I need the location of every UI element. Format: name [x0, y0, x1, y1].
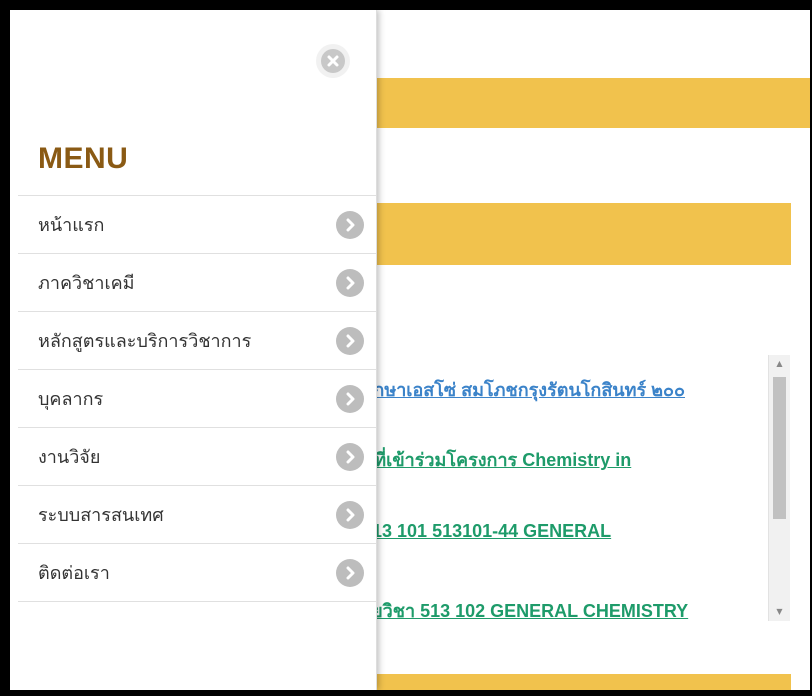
menu-item-contact[interactable]: ติดต่อเรา — [18, 544, 376, 602]
menu-item-label: ติดต่อเรา — [38, 563, 110, 584]
news-link[interactable]: นที่เข้าร่วมโครงการ Chemistry in — [370, 445, 631, 474]
close-icon[interactable] — [316, 44, 350, 78]
news-link[interactable]: 513 101 513101-44 GENERAL — [370, 521, 611, 542]
section-banner — [370, 203, 791, 265]
chevron-right-icon — [336, 500, 364, 529]
menu-title: MENU — [38, 142, 129, 175]
side-menu: MENU หน้าแรก ภาควิชาเคมี หลักสูตรและบริก… — [10, 10, 377, 690]
chevron-right-icon — [336, 210, 364, 239]
menu-item-label: หน้าแรก — [38, 215, 105, 236]
news-link[interactable]: ายวิชา 513 102 GENERAL CHEMISTRY — [370, 596, 688, 621]
scroll-thumb[interactable] — [773, 377, 786, 519]
menu-item-label: งานวิจัย — [38, 447, 101, 468]
menu-item-label: ระบบสารสนเทศ — [38, 505, 164, 526]
news-link[interactable]: ศึกษาเอสโซ่ สมโภชกรุงรัตนโกสินทร์ ๒๐๐ — [370, 375, 685, 404]
chevron-right-icon — [336, 442, 364, 471]
news-scrollbar[interactable]: ▲ ▼ — [768, 355, 790, 621]
scroll-up-icon[interactable]: ▲ — [769, 355, 790, 373]
menu-list: หน้าแรก ภาควิชาเคมี หลักสูตรและบริการวิช… — [18, 195, 376, 602]
menu-item-curriculum[interactable]: หลักสูตรและบริการวิชาการ — [18, 312, 376, 370]
chevron-right-icon — [336, 326, 364, 355]
chevron-right-icon — [336, 558, 364, 587]
menu-item-chemistry-dept[interactable]: ภาควิชาเคมี — [18, 254, 376, 312]
menu-item-personnel[interactable]: บุคลากร — [18, 370, 376, 428]
menu-item-label: บุคลากร — [38, 389, 104, 410]
browser-viewport: ศึกษาเอสโซ่ สมโภชกรุงรัตนโกสินทร์ ๒๐๐ นท… — [10, 10, 810, 690]
footer-banner — [370, 674, 791, 690]
menu-item-label: หลักสูตรและบริการวิชาการ — [38, 331, 252, 352]
menu-item-home[interactable]: หน้าแรก — [18, 196, 376, 254]
chevron-right-icon — [336, 384, 364, 413]
scroll-down-icon[interactable]: ▼ — [769, 603, 790, 621]
menu-item-information-system[interactable]: ระบบสารสนเทศ — [18, 486, 376, 544]
header-banner — [370, 78, 810, 128]
menu-item-label: ภาควิชาเคมี — [38, 273, 135, 294]
chevron-right-icon — [336, 268, 364, 297]
news-list: ศึกษาเอสโซ่ สมโภชกรุงรัตนโกสินทร์ ๒๐๐ นท… — [370, 355, 791, 621]
menu-item-research[interactable]: งานวิจัย — [18, 428, 376, 486]
